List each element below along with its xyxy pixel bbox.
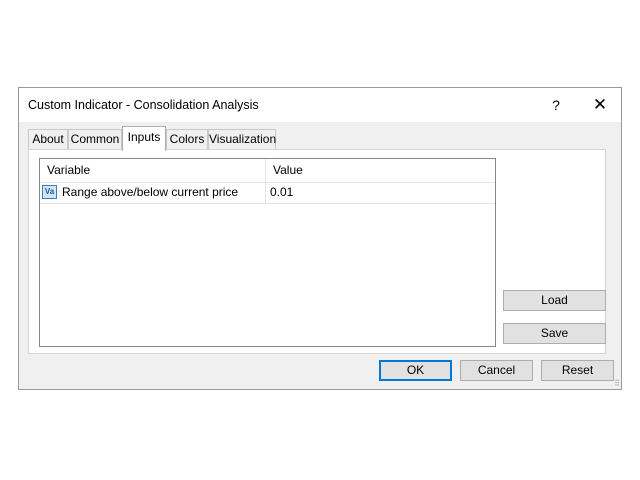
save-button[interactable]: Save: [503, 323, 606, 344]
table-row[interactable]: Va Range above/below current price 0.01: [40, 182, 495, 204]
custom-indicator-dialog: Custom Indicator - Consolidation Analysi…: [18, 87, 622, 390]
load-button[interactable]: Load: [503, 290, 606, 311]
title-bar: Custom Indicator - Consolidation Analysi…: [19, 88, 621, 122]
inputs-table: Variable Value Va Range above/below curr…: [39, 158, 496, 347]
help-button[interactable]: ?: [543, 93, 569, 117]
dialog-title: Custom Indicator - Consolidation Analysi…: [28, 98, 259, 112]
close-button[interactable]: ✕: [587, 93, 613, 117]
tab-about[interactable]: About: [28, 129, 68, 149]
value-cell[interactable]: 0.01: [266, 182, 495, 203]
ok-button[interactable]: OK: [379, 360, 452, 381]
variable-name: Range above/below current price: [62, 185, 239, 199]
tab-inputs[interactable]: Inputs: [122, 126, 166, 151]
variable-icon: Va: [42, 185, 57, 199]
tab-visualization[interactable]: Visualization: [208, 129, 276, 149]
tab-colors[interactable]: Colors: [166, 129, 208, 149]
table-header: Variable Value: [40, 159, 495, 183]
inputs-panel: Variable Value Va Range above/below curr…: [28, 149, 606, 354]
column-header-variable[interactable]: Variable: [40, 159, 266, 182]
column-header-value[interactable]: Value: [266, 159, 495, 182]
cancel-button[interactable]: Cancel: [460, 360, 533, 381]
tab-common[interactable]: Common: [68, 129, 122, 149]
reset-button[interactable]: Reset: [541, 360, 614, 381]
variable-cell[interactable]: Va Range above/below current price: [40, 182, 266, 203]
resize-grip-icon[interactable]: ⠿: [614, 380, 620, 388]
